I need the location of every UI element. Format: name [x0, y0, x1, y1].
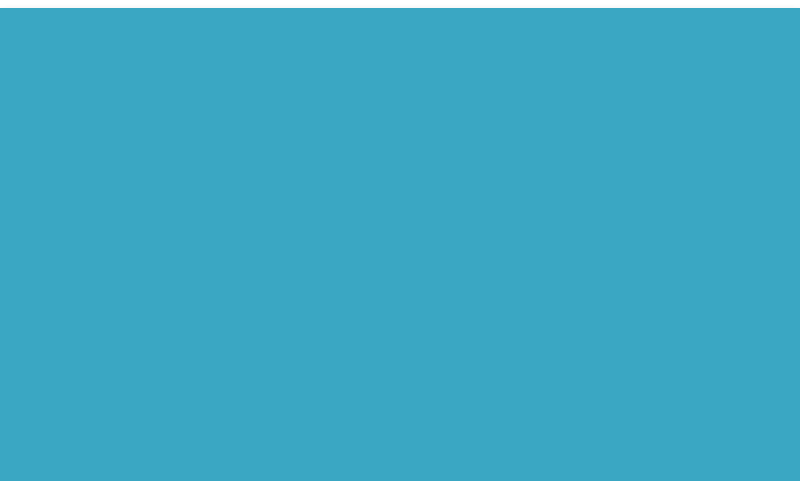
teal-panel	[0, 8, 800, 481]
page	[0, 0, 800, 500]
top-margin	[0, 0, 800, 8]
bottom-margin	[0, 481, 800, 500]
